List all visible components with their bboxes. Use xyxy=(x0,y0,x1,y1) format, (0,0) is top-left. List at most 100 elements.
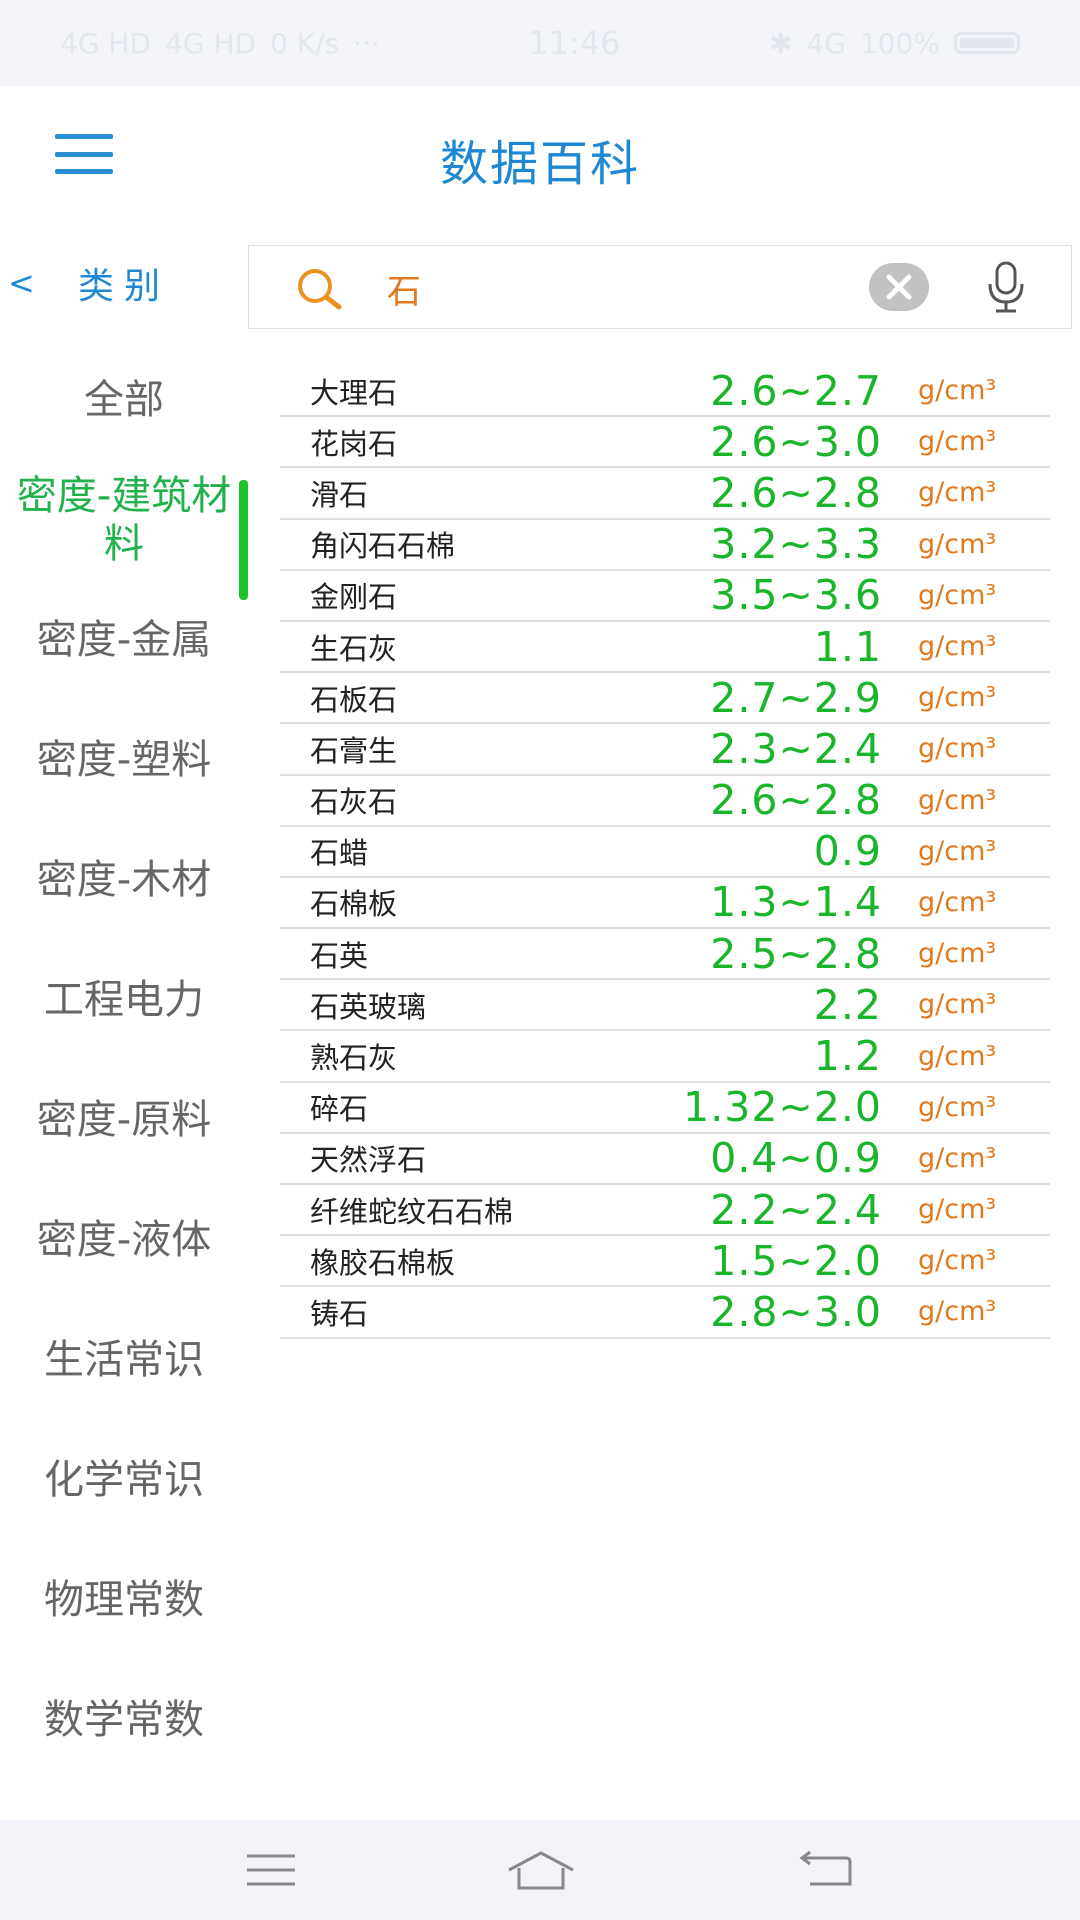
sidebar-item[interactable]: 密度-塑料 xyxy=(0,700,248,820)
result-row[interactable]: 石膏生 2.3~2.4 g/cm³ xyxy=(280,724,1050,776)
back-chevron-icon[interactable]: < xyxy=(8,264,78,302)
density-unit: g/cm³ xyxy=(918,528,997,560)
material-name: 石蜡 xyxy=(310,836,369,871)
result-row[interactable]: 角闪石石棉 3.2~3.3 g/cm³ xyxy=(280,520,1050,571)
status-bar: 4G HD 4G HD 0 K/s ··· 11:46 ✱ 4G 100% xyxy=(0,0,1080,86)
app-header: 数据百科 xyxy=(0,86,1080,222)
density-unit: g/cm³ xyxy=(918,886,997,918)
density-value: 2.2~2.4 xyxy=(710,1185,882,1234)
result-row[interactable]: 碎石 1.32~2.0 g/cm³ xyxy=(280,1083,1050,1134)
sidebar-item[interactable]: 密度-金属 xyxy=(0,580,248,700)
sidebar-item[interactable]: 生活常识 xyxy=(0,1300,248,1420)
sidebar-item-label: 生活常识 xyxy=(44,1337,204,1383)
material-name: 大理石 xyxy=(310,375,398,410)
density-value: 2.2 xyxy=(813,980,882,1029)
density-unit: g/cm³ xyxy=(918,989,997,1021)
density-value: 1.32~2.0 xyxy=(683,1083,882,1132)
material-name: 石棉板 xyxy=(310,887,398,922)
density-value: 1.1 xyxy=(813,622,882,671)
result-row[interactable]: 熟石灰 1.2 g/cm³ xyxy=(280,1031,1050,1083)
network-type: 4G xyxy=(806,26,846,60)
density-value: 2.6~2.8 xyxy=(710,468,882,517)
result-row[interactable]: 橡胶石棉板 1.5~2.0 g/cm³ xyxy=(280,1236,1050,1288)
result-row[interactable]: 天然浮石 0.4~0.9 g/cm³ xyxy=(280,1134,1050,1185)
density-value: 3.2~3.3 xyxy=(710,520,882,569)
density-unit: g/cm³ xyxy=(918,375,997,407)
clear-icon[interactable] xyxy=(869,263,929,311)
result-row[interactable]: 花岗石 2.6~3.0 g/cm³ xyxy=(280,417,1050,469)
microphone-icon[interactable] xyxy=(983,260,1029,314)
density-unit: g/cm³ xyxy=(918,426,997,458)
material-name: 石英玻璃 xyxy=(310,989,427,1024)
density-unit: g/cm³ xyxy=(918,1142,997,1174)
result-row[interactable]: 石棉板 1.3~1.4 g/cm³ xyxy=(280,878,1050,930)
sidebar-item[interactable]: 密度-原料 xyxy=(0,1060,248,1180)
density-value: 2.8~3.0 xyxy=(710,1287,882,1336)
result-row[interactable]: 石蜡 0.9 g/cm³ xyxy=(280,827,1050,878)
result-row[interactable]: 大理石 2.6~2.7 g/cm³ xyxy=(280,366,1050,418)
sidebar-item-label: 物理常数 xyxy=(44,1577,204,1623)
nav-home-icon[interactable] xyxy=(505,1848,577,1892)
system-nav-bar xyxy=(0,1820,1080,1920)
density-unit: g/cm³ xyxy=(918,835,997,867)
density-unit: g/cm³ xyxy=(918,477,997,509)
density-unit: g/cm³ xyxy=(918,1194,997,1226)
result-row[interactable]: 金刚石 3.5~3.6 g/cm³ xyxy=(280,571,1050,622)
result-row[interactable]: 铸石 2.8~3.0 g/cm³ xyxy=(280,1287,1050,1339)
density-value: 1.2 xyxy=(813,1032,882,1081)
sidebar-item[interactable]: 密度-建筑材料 xyxy=(0,460,248,600)
material-name: 滑石 xyxy=(310,477,369,512)
result-row[interactable]: 石板石 2.7~2.9 g/cm³ xyxy=(280,673,1050,725)
density-unit: g/cm³ xyxy=(918,784,997,816)
sidebar-item[interactable]: 物理常数 xyxy=(0,1540,248,1660)
notification-dots: ··· xyxy=(353,26,380,60)
status-right: ✱ 4G 100% xyxy=(769,27,1020,60)
density-value: 2.6~2.7 xyxy=(710,366,882,415)
page-title: 数据百科 xyxy=(439,136,640,192)
sidebar-item[interactable]: 数学常数 xyxy=(0,1660,248,1780)
nav-menu-icon[interactable] xyxy=(241,1848,301,1892)
density-unit: g/cm³ xyxy=(918,733,997,765)
result-row[interactable]: 纤维蛇纹石石棉 2.2~2.4 g/cm³ xyxy=(280,1185,1050,1237)
material-name: 石灰石 xyxy=(310,785,398,820)
density-unit: g/cm³ xyxy=(918,1245,997,1277)
nav-back-icon[interactable] xyxy=(796,1848,856,1892)
material-name: 碎石 xyxy=(310,1092,369,1127)
search-bar xyxy=(248,245,1072,329)
density-value: 2.6~2.8 xyxy=(710,776,882,825)
status-left: 4G HD 4G HD 0 K/s ··· xyxy=(60,27,380,60)
material-name: 熟石灰 xyxy=(310,1041,398,1076)
sidebar-item[interactable]: 工程电力 xyxy=(0,940,248,1060)
result-row[interactable]: 石英玻璃 2.2 g/cm³ xyxy=(280,980,1050,1032)
density-unit: g/cm³ xyxy=(918,1091,997,1123)
material-name: 石膏生 xyxy=(310,733,398,768)
category-header[interactable]: < 类别 xyxy=(0,246,248,320)
density-unit: g/cm³ xyxy=(918,579,997,611)
search-input[interactable] xyxy=(385,262,885,314)
category-label: 类别 xyxy=(78,266,171,307)
material-name: 金刚石 xyxy=(310,580,398,615)
sidebar-item-label: 密度-塑料 xyxy=(36,737,212,783)
material-name: 石英 xyxy=(310,938,369,973)
sidebar-item[interactable]: 化学常识 xyxy=(0,1420,248,1540)
result-row[interactable]: 石英 2.5~2.8 g/cm³ xyxy=(280,929,1050,981)
sidebar-item[interactable]: 密度-木材 xyxy=(0,820,248,940)
sidebar-item[interactable]: 全部 xyxy=(0,340,248,460)
result-list: 大理石 2.6~2.7 g/cm³ 花岗石 2.6~3.0 g/cm³ 滑石 2.6~2.8 g… xyxy=(280,366,1050,1339)
density-value: 2.7~2.9 xyxy=(710,673,882,722)
sidebar-item-label: 全部 xyxy=(84,377,164,423)
density-value: 0.9 xyxy=(813,827,882,876)
result-row[interactable]: 石灰石 2.6~2.8 g/cm³ xyxy=(280,776,1050,827)
density-unit: g/cm³ xyxy=(918,1296,997,1328)
density-value: 2.5~2.8 xyxy=(710,929,882,978)
sidebar-item-label: 数学常数 xyxy=(44,1697,204,1743)
density-value: 3.5~3.6 xyxy=(710,571,882,620)
battery-percent: 100% xyxy=(859,26,940,60)
result-row[interactable]: 生石灰 1.1 g/cm³ xyxy=(280,622,1050,674)
material-name: 石板石 xyxy=(310,682,398,717)
result-row[interactable]: 滑石 2.6~2.8 g/cm³ xyxy=(280,468,1050,520)
search-icon xyxy=(298,269,342,310)
density-unit: g/cm³ xyxy=(918,631,997,663)
sidebar-item[interactable]: 密度-液体 xyxy=(0,1180,248,1300)
close-icon xyxy=(886,274,912,300)
